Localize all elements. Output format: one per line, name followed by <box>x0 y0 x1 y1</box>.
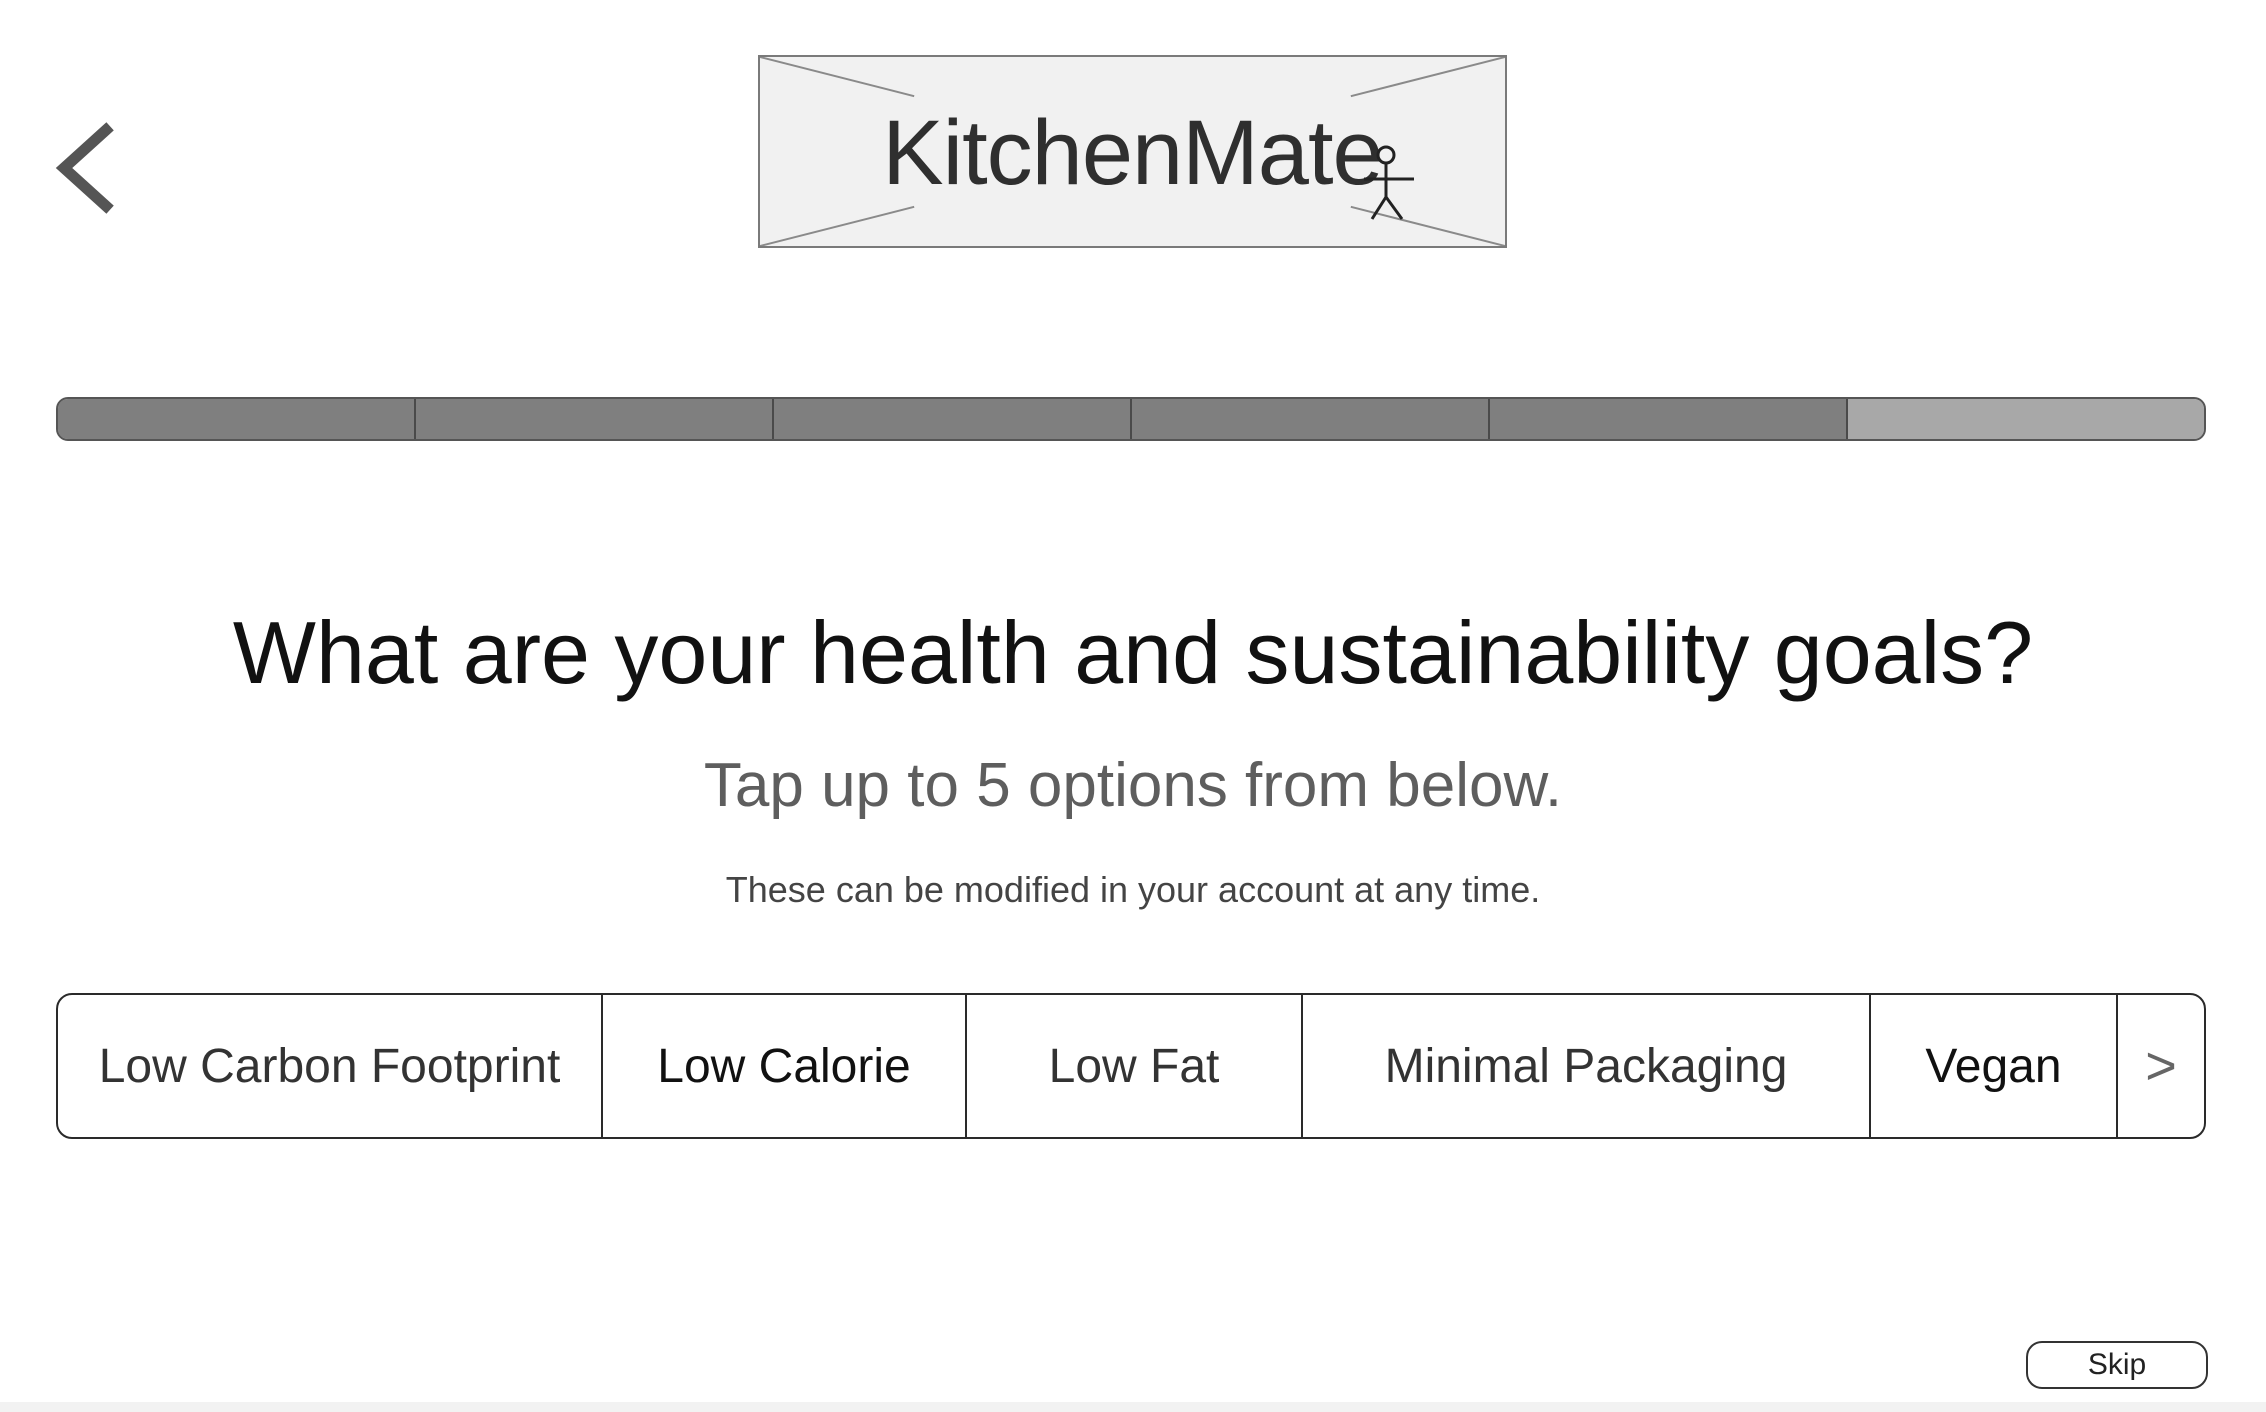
goal-options-bar: Low Carbon Footprint Low Calorie Low Fat… <box>56 993 2206 1139</box>
option-vegan[interactable]: Vegan <box>1871 995 2118 1137</box>
option-minimal-packaging[interactable]: Minimal Packaging <box>1303 995 1871 1137</box>
progress-segment-complete <box>1490 399 1848 439</box>
options-next-arrow-icon[interactable]: > <box>2118 995 2204 1137</box>
bottom-edge <box>0 1402 2266 1412</box>
option-low-fat[interactable]: Low Fat <box>967 995 1303 1137</box>
stick-figure-icon <box>1364 145 1414 220</box>
progress-segment-incomplete <box>1848 399 2204 439</box>
progress-segment-complete <box>774 399 1132 439</box>
chevron-left-icon <box>55 122 114 214</box>
progress-segment-complete <box>1132 399 1490 439</box>
option-low-carbon-footprint[interactable]: Low Carbon Footprint <box>58 995 603 1137</box>
skip-button[interactable]: Skip <box>2026 1341 2208 1389</box>
modification-note: These can be modified in your account at… <box>725 869 1541 910</box>
question-heading: What are your health and sustainability … <box>232 603 2034 702</box>
back-button[interactable] <box>52 122 118 214</box>
progress-segment-complete <box>416 399 774 439</box>
progress-segment-complete <box>58 399 416 439</box>
option-low-calorie[interactable]: Low Calorie <box>603 995 967 1137</box>
onboarding-progress-bar <box>56 397 2206 441</box>
instruction-subtitle: Tap up to 5 options from below. <box>703 751 1563 820</box>
logo-placeholder: KitchenMate <box>758 55 1507 248</box>
